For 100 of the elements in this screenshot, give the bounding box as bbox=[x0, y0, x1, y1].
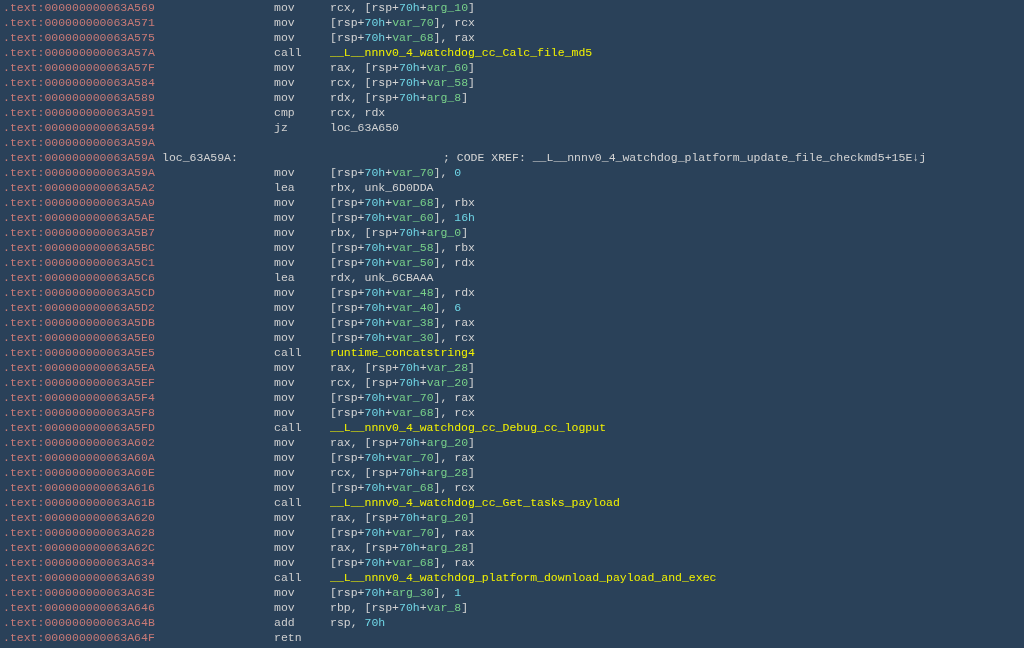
mnemonic: mov bbox=[274, 90, 296, 105]
address: .text:000000000063A5E5 bbox=[3, 345, 156, 360]
operand: rax, [rsp+70h+var_60] bbox=[330, 60, 475, 75]
address: .text:000000000063A5EA bbox=[3, 360, 156, 375]
address: .text:000000000063A57A bbox=[3, 45, 156, 60]
operand: [rsp+70h+arg_30], 1 bbox=[330, 585, 462, 600]
address: .text:000000000063A5A2 bbox=[3, 180, 156, 195]
operand: loc_63A650 bbox=[330, 120, 399, 135]
address: .text:000000000063A5C6 bbox=[3, 270, 156, 285]
address: .text:000000000063A64F bbox=[3, 630, 156, 645]
mnemonic: mov bbox=[274, 525, 296, 540]
address: .text:000000000063A5CD bbox=[3, 285, 156, 300]
mnemonic: mov bbox=[274, 0, 296, 15]
address: .text:000000000063A62C bbox=[3, 540, 156, 555]
address: .text:000000000063A64B bbox=[3, 615, 156, 630]
operand: rax, [rsp+70h+var_28] bbox=[330, 360, 475, 375]
address: .text:000000000063A5EF bbox=[3, 375, 156, 390]
operand: rsp, 70h bbox=[330, 615, 386, 630]
mnemonic: mov bbox=[274, 330, 296, 345]
address: .text:000000000063A5A9 bbox=[3, 195, 156, 210]
address: .text:000000000063A60A bbox=[3, 450, 156, 465]
address: .text:000000000063A602 bbox=[3, 435, 156, 450]
operand: rdx, [rsp+70h+arg_8] bbox=[330, 90, 469, 105]
operand: rcx, [rsp+70h+var_58] bbox=[330, 75, 475, 90]
operand: __L__nnnv0_4_watchdog_platform_download_payload_and_exec bbox=[330, 570, 717, 585]
mnemonic: call bbox=[274, 570, 303, 585]
mnemonic: call bbox=[274, 345, 303, 360]
operand: [rsp+70h+var_60], 16h bbox=[330, 210, 475, 225]
operand: [rsp+70h+var_68], rbx bbox=[330, 195, 475, 210]
operand: [rsp+70h+var_70], 0 bbox=[330, 165, 462, 180]
address: .text:000000000063A628 bbox=[3, 525, 156, 540]
mnemonic: mov bbox=[274, 315, 296, 330]
operand: __L__nnnv0_4_watchdog_cc_Calc_file_md5 bbox=[330, 45, 593, 60]
mnemonic: mov bbox=[274, 285, 296, 300]
address: .text:000000000063A584 bbox=[3, 75, 156, 90]
mnemonic: mov bbox=[274, 555, 296, 570]
mnemonic: mov bbox=[274, 375, 296, 390]
operand: rbp, [rsp+70h+var_8] bbox=[330, 600, 469, 615]
mnemonic: mov bbox=[274, 390, 296, 405]
address: .text:000000000063A646 bbox=[3, 600, 156, 615]
mnemonic: mov bbox=[274, 405, 296, 420]
mnemonic: mov bbox=[274, 510, 296, 525]
mnemonic: mov bbox=[274, 75, 296, 90]
operand: rcx, rdx bbox=[330, 105, 386, 120]
operand: [rsp+70h+var_68], rax bbox=[330, 555, 475, 570]
mnemonic: jz bbox=[274, 120, 289, 135]
mnemonic: lea bbox=[274, 270, 296, 285]
operand: [rsp+70h+var_70], rax bbox=[330, 525, 475, 540]
mnemonic: mov bbox=[274, 465, 296, 480]
address: .text:000000000063A59A bbox=[3, 135, 156, 150]
address: .text:000000000063A569 bbox=[3, 0, 156, 15]
operand: __L__nnnv0_4_watchdog_cc_Get_tasks_payload bbox=[330, 495, 620, 510]
mnemonic: mov bbox=[274, 60, 296, 75]
operand: [rsp+70h+var_70], rax bbox=[330, 450, 475, 465]
mnemonic: call bbox=[274, 495, 303, 510]
mnemonic: call bbox=[274, 420, 303, 435]
operand: [rsp+70h+var_50], rdx bbox=[330, 255, 475, 270]
address: .text:000000000063A61B bbox=[3, 495, 156, 510]
address: .text:000000000063A5DB bbox=[3, 315, 156, 330]
mnemonic: mov bbox=[274, 30, 296, 45]
address: .text:000000000063A5AE bbox=[3, 210, 156, 225]
operand: rcx, [rsp+70h+var_20] bbox=[330, 375, 475, 390]
address: .text:000000000063A594 bbox=[3, 120, 156, 135]
mnemonic: cmp bbox=[274, 105, 296, 120]
address: .text:000000000063A5FD bbox=[3, 420, 156, 435]
address: .text:000000000063A5F8 bbox=[3, 405, 156, 420]
operand: rbx, unk_6D0DDA bbox=[330, 180, 434, 195]
mnemonic: mov bbox=[274, 210, 296, 225]
address: .text:000000000063A616 bbox=[3, 480, 156, 495]
operand: [rsp+70h+var_40], 6 bbox=[330, 300, 462, 315]
address: .text:000000000063A57F bbox=[3, 60, 156, 75]
mnemonic: mov bbox=[274, 540, 296, 555]
operand: [rsp+70h+var_48], rdx bbox=[330, 285, 475, 300]
operand: rax, [rsp+70h+arg_28] bbox=[330, 540, 475, 555]
xref-comment: ; CODE XREF: __L__nnnv0_4_watchdog_platform_update_file_checkmd5+15E↓j bbox=[443, 150, 927, 165]
mnemonic: mov bbox=[274, 165, 296, 180]
address: .text:000000000063A589 bbox=[3, 90, 156, 105]
mnemonic: call bbox=[274, 45, 303, 60]
address: .text:000000000063A639 bbox=[3, 570, 156, 585]
operand: rdx, unk_6CBAAA bbox=[330, 270, 434, 285]
operand: [rsp+70h+var_38], rax bbox=[330, 315, 475, 330]
mnemonic: retn bbox=[274, 630, 303, 645]
address: .text:000000000063A5BC bbox=[3, 240, 156, 255]
operand: [rsp+70h+var_30], rcx bbox=[330, 330, 475, 345]
operand: [rsp+70h+var_68], rcx bbox=[330, 480, 475, 495]
mnemonic: mov bbox=[274, 435, 296, 450]
address: .text:000000000063A5D2 bbox=[3, 300, 156, 315]
operand: rax, [rsp+70h+arg_20] bbox=[330, 435, 475, 450]
operand: [rsp+70h+var_70], rax bbox=[330, 390, 475, 405]
address: .text:000000000063A634 bbox=[3, 555, 156, 570]
address: .text:000000000063A591 bbox=[3, 105, 156, 120]
address: .text:000000000063A60E bbox=[3, 465, 156, 480]
code-label: loc_63A59A: bbox=[162, 150, 239, 165]
mnemonic: mov bbox=[274, 240, 296, 255]
address: .text:000000000063A571 bbox=[3, 15, 156, 30]
address: .text:000000000063A5C1 bbox=[3, 255, 156, 270]
operand: rbx, [rsp+70h+arg_0] bbox=[330, 225, 469, 240]
address: .text:000000000063A5F4 bbox=[3, 390, 156, 405]
mnemonic: mov bbox=[274, 300, 296, 315]
mnemonic: mov bbox=[274, 600, 296, 615]
